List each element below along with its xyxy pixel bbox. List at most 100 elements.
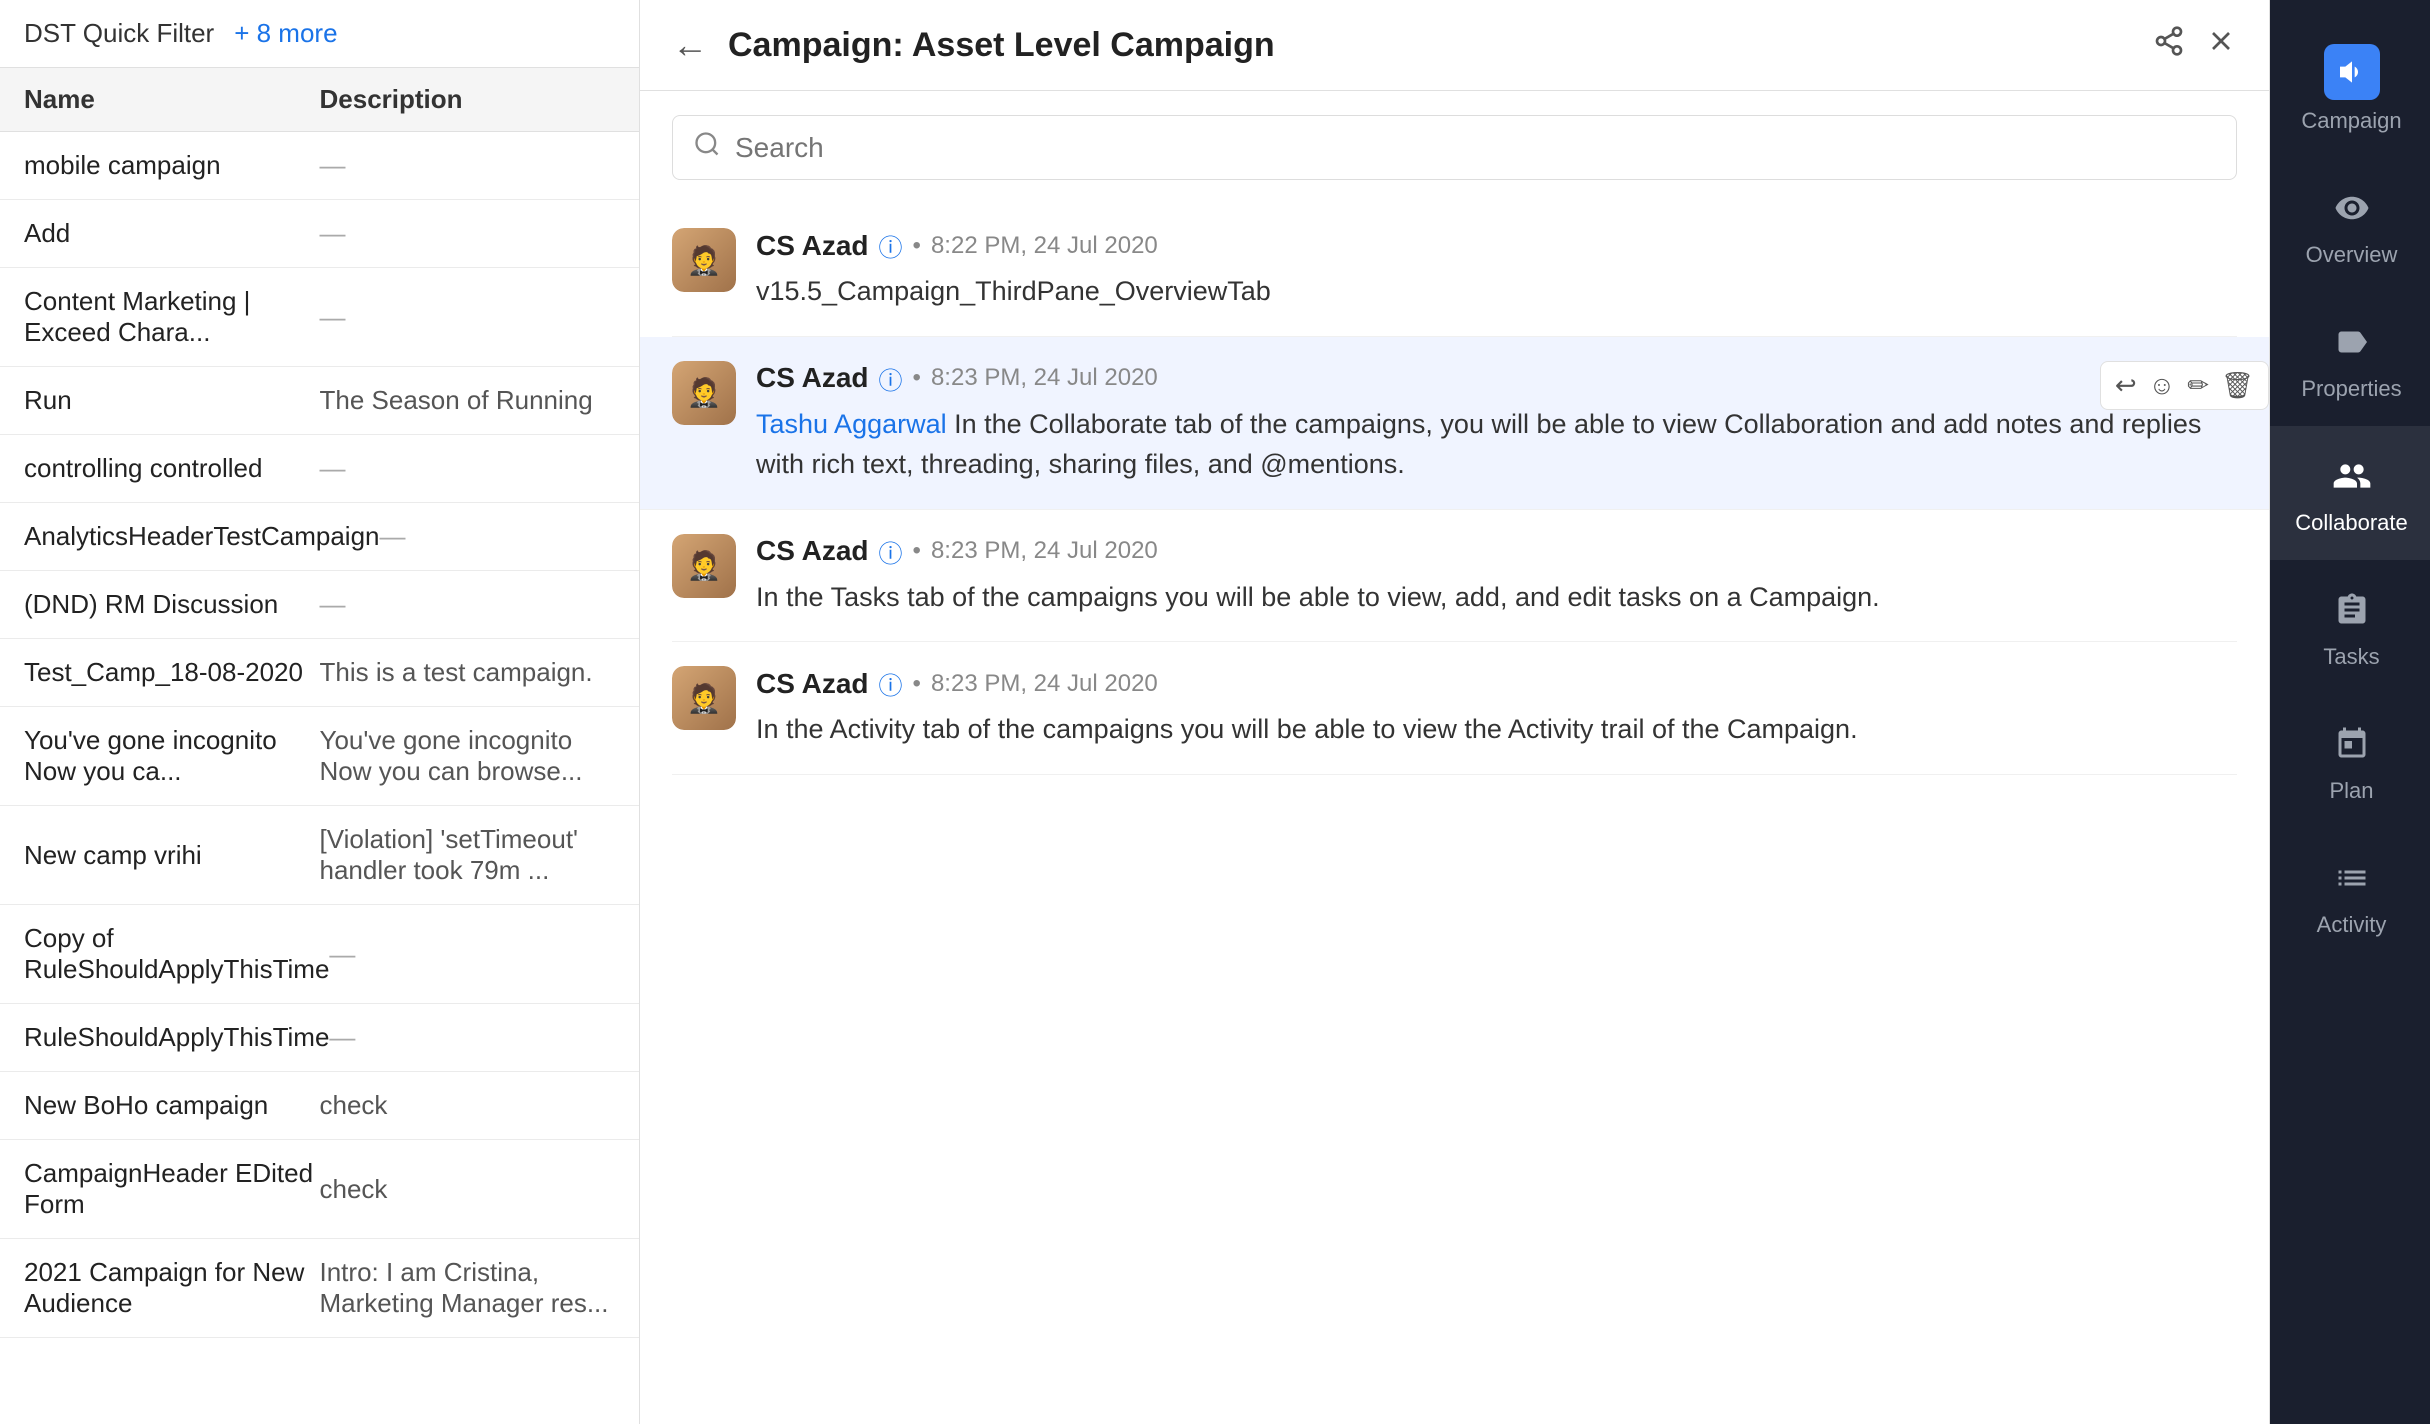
campaign-name: AnalyticsHeaderTestCampaign (24, 521, 380, 552)
sidebar-item-collaborate[interactable]: Collaborate (2270, 426, 2430, 560)
verified-icon: ⓘ (879, 228, 903, 263)
emoji-button[interactable]: ☺ (2149, 370, 2176, 401)
table-row[interactable]: 2021 Campaign for New Audience Intro: I … (0, 1239, 639, 1338)
message-time: 8:23 PM, 24 Jul 2020 (931, 537, 1158, 565)
detail-header: ← Campaign: Asset Level Campaign (640, 0, 2269, 91)
edit-button[interactable]: ✏ (2187, 370, 2209, 401)
message-item: 🤵 CS Azad ⓘ • 8:23 PM, 24 Jul 2020 In th… (672, 510, 2237, 643)
table-row[interactable]: mobile campaign — (0, 132, 639, 200)
filter-bar: DST Quick Filter + 8 more (0, 0, 639, 68)
sidebar-item-campaign[interactable]: Campaign (2270, 20, 2430, 158)
plan-icon (2326, 718, 2378, 770)
message-body: v15.5_Campaign_ThirdPane_OverviewTab (756, 276, 1271, 306)
campaign-name: CampaignHeader EDited Form (24, 1158, 320, 1220)
tasks-icon (2326, 584, 2378, 636)
campaign-name: Content Marketing | Exceed Chara... (24, 286, 320, 348)
message-body: In the Tasks tab of the campaigns you wi… (756, 582, 1880, 612)
table-row[interactable]: Copy of RuleShouldApplyThisTime — (0, 905, 639, 1004)
campaign-name: mobile campaign (24, 150, 320, 181)
sidebar-label-overview: Overview (2306, 242, 2398, 268)
message-body: In the Collaborate tab of the campaigns,… (756, 409, 2201, 480)
campaign-desc: — (320, 150, 616, 181)
overview-icon (2326, 182, 2378, 234)
message-content: CS Azad ⓘ • 8:23 PM, 24 Jul 2020 In the … (756, 666, 2237, 750)
table-row[interactable]: Test_Camp_18-08-2020 This is a test camp… (0, 639, 639, 707)
message-time: 8:23 PM, 24 Jul 2020 (931, 364, 1158, 392)
delete-button[interactable]: 🗑 (2221, 370, 2254, 401)
table-row[interactable]: AnalyticsHeaderTestCampaign — (0, 503, 639, 571)
filter-label: DST Quick Filter (24, 18, 214, 49)
message-content: CS Azad ⓘ • 8:23 PM, 24 Jul 2020 In the … (756, 534, 2237, 618)
search-icon (693, 130, 721, 165)
campaign-desc: — (329, 939, 615, 970)
right-sidebar: Campaign Overview Properties Collaborate (2270, 0, 2430, 1424)
table-row[interactable]: controlling controlled — (0, 435, 639, 503)
share-button[interactable] (2153, 25, 2185, 65)
table-row[interactable]: New camp vrihi [Violation] 'setTimeout' … (0, 806, 639, 905)
mention[interactable]: Tashu Aggarwal (756, 409, 947, 439)
campaign-desc: check (320, 1090, 616, 1121)
message-meta: CS Azad ⓘ • 8:23 PM, 24 Jul 2020 (756, 361, 2237, 396)
message-time: 8:23 PM, 24 Jul 2020 (931, 670, 1158, 698)
sender-name: CS Azad (756, 230, 869, 262)
campaign-desc: — (320, 453, 616, 484)
verified-icon: ⓘ (879, 534, 903, 569)
campaign-name: Run (24, 385, 320, 416)
detail-title: Campaign: Asset Level Campaign (728, 26, 2133, 65)
campaign-desc: Intro: I am Cristina, Marketing Manager … (320, 1257, 616, 1319)
sidebar-label-campaign: Campaign (2301, 108, 2401, 134)
collaborate-icon (2326, 450, 2378, 502)
verified-icon: ⓘ (879, 361, 903, 396)
avatar: 🤵 (672, 361, 736, 425)
message-content: CS Azad ⓘ • 8:22 PM, 24 Jul 2020 v15.5_C… (756, 228, 2237, 312)
campaign-desc: — (320, 302, 616, 333)
campaign-desc: — (320, 589, 616, 620)
campaign-name: Add (24, 218, 320, 249)
reply-button[interactable]: ↩ (2115, 370, 2137, 401)
search-input[interactable] (735, 132, 2216, 164)
campaign-name: Test_Camp_18-08-2020 (24, 657, 320, 688)
message-meta: CS Azad ⓘ • 8:22 PM, 24 Jul 2020 (756, 228, 2237, 263)
message-meta: CS Azad ⓘ • 8:23 PM, 24 Jul 2020 (756, 666, 2237, 701)
table-row[interactable]: CampaignHeader EDited Form check (0, 1140, 639, 1239)
message-actions: ↩ ☺ ✏ 🗑 (2100, 361, 2269, 410)
search-bar (672, 115, 2237, 180)
back-button[interactable]: ← (672, 24, 708, 66)
table-row[interactable]: New BoHo campaign check (0, 1072, 639, 1140)
table-row[interactable]: Add — (0, 200, 639, 268)
campaign-name: Copy of RuleShouldApplyThisTime (24, 923, 329, 985)
sidebar-label-collaborate: Collaborate (2295, 510, 2408, 536)
avatar: 🤵 (672, 228, 736, 292)
campaign-desc: [Violation] 'setTimeout' handler took 79… (320, 824, 616, 886)
sender-name: CS Azad (756, 668, 869, 700)
header-actions (2153, 25, 2237, 65)
filter-more-link[interactable]: + 8 more (234, 18, 337, 49)
sidebar-item-activity[interactable]: Activity (2270, 828, 2430, 962)
sidebar-label-tasks: Tasks (2323, 644, 2379, 670)
sidebar-item-tasks[interactable]: Tasks (2270, 560, 2430, 694)
campaign-desc: — (329, 1022, 615, 1053)
sidebar-label-plan: Plan (2329, 778, 2373, 804)
campaign-name: New BoHo campaign (24, 1090, 320, 1121)
table-row[interactable]: You've gone incognito Now you ca... You'… (0, 707, 639, 806)
campaign-desc: The Season of Running (320, 385, 616, 416)
messages-area: 🤵 CS Azad ⓘ • 8:22 PM, 24 Jul 2020 v15.5… (640, 204, 2269, 1424)
sidebar-item-overview[interactable]: Overview (2270, 158, 2430, 292)
sidebar-item-properties[interactable]: Properties (2270, 292, 2430, 426)
table-row[interactable]: RuleShouldApplyThisTime — (0, 1004, 639, 1072)
sidebar-item-plan[interactable]: Plan (2270, 694, 2430, 828)
table-row[interactable]: Content Marketing | Exceed Chara... — (0, 268, 639, 367)
col-name: Name (24, 84, 320, 115)
campaign-name: controlling controlled (24, 453, 320, 484)
table-row[interactable]: Run The Season of Running (0, 367, 639, 435)
table-header: Name Description (0, 68, 639, 132)
table-row[interactable]: (DND) RM Discussion — (0, 571, 639, 639)
campaign-name: (DND) RM Discussion (24, 589, 320, 620)
close-button[interactable] (2205, 25, 2237, 65)
campaign-icon (2324, 44, 2380, 100)
col-desc: Description (320, 84, 616, 115)
message-text: In the Activity tab of the campaigns you… (756, 709, 2237, 750)
campaign-desc: This is a test campaign. (320, 657, 616, 688)
campaign-name: RuleShouldApplyThisTime (24, 1022, 329, 1053)
message-text: Tashu Aggarwal In the Collaborate tab of… (756, 404, 2237, 485)
